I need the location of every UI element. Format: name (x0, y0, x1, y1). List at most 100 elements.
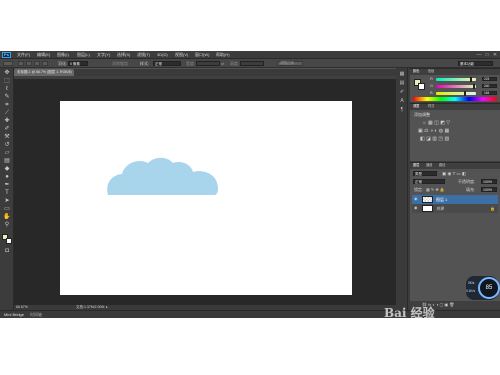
crop-tool-icon[interactable]: ⌗ (3, 102, 11, 109)
maximize-button[interactable]: □ (484, 52, 490, 58)
color-background-swatch[interactable] (418, 83, 425, 90)
menu-filter[interactable]: 滤镜(T) (137, 53, 150, 57)
blend-mode-select[interactable]: 正常 (413, 179, 445, 184)
menu-type[interactable]: 文字(Y) (97, 53, 110, 57)
add-adjustment-title: 添加调整 (414, 112, 430, 117)
tab-styles[interactable]: 样式 (428, 104, 434, 108)
feather-label: 羽化: (58, 61, 68, 66)
document-tab[interactable]: 未标题-1 @ 66.7% (图层 1, RGB/8) (14, 69, 74, 76)
blue-value-field[interactable]: 184 (482, 91, 497, 95)
tab-channels[interactable]: 通道 (426, 163, 432, 167)
swap-icon[interactable]: ⇄ (221, 62, 224, 66)
eyedropper-tool-icon[interactable]: ⟋ (3, 110, 11, 117)
green-value-field[interactable]: 240 (482, 84, 497, 88)
color-spectrum-bar[interactable] (413, 97, 497, 101)
path-select-tool-icon[interactable]: ➤ (3, 198, 11, 205)
type-tool-icon[interactable]: T (3, 190, 11, 197)
opacity-field[interactable]: 100% (481, 179, 497, 184)
blue-slider-knob[interactable] (463, 91, 466, 96)
stamp-tool-icon[interactable]: ⚒ (3, 134, 11, 141)
layer-filter-icons[interactable]: ▣ ◉ T ▭ ◧ (442, 171, 466, 177)
eye-icon[interactable]: ◉ (414, 206, 418, 210)
menu-view[interactable]: 视图(V) (175, 53, 188, 57)
healing-tool-icon[interactable]: ✚ (3, 118, 11, 125)
dodge-tool-icon[interactable]: ● (3, 174, 11, 181)
height-field[interactable] (240, 61, 264, 66)
lock-icons[interactable]: ▦ ✎ ✥ 🔒 (426, 188, 445, 192)
brush-panel-icon[interactable]: ✐ (399, 89, 405, 95)
zoom-tool-icon[interactable]: ⚲ (3, 222, 11, 229)
red-value-field[interactable]: 223 (482, 77, 497, 81)
tab-mini-bridge[interactable]: Mini Bridge (4, 313, 24, 317)
blue-slider[interactable] (436, 92, 476, 95)
tab-color[interactable]: 颜色 (413, 69, 419, 73)
adjustment-icons-row-2[interactable]: ▣ ⚖ ◑ ◐ ◍ ▦ (418, 129, 449, 134)
adjustment-icons-row-3[interactable]: ◧ ◪ ▥ ◳ ▨ (420, 137, 449, 142)
layer-name[interactable]: 背景 (436, 207, 444, 211)
feather-field[interactable]: 0 像素 (68, 61, 88, 66)
adjustment-icons-row-1[interactable]: ☼ ▦ ◫ ◩ ▽ (422, 121, 450, 126)
eraser-tool-icon[interactable]: ▱ (3, 150, 11, 157)
watermark-url: jingyan.baidu.com (388, 327, 437, 333)
tab-layers[interactable]: 图层 (413, 163, 419, 167)
cloud-shape[interactable] (105, 156, 220, 196)
green-slider-knob[interactable] (472, 84, 475, 89)
history-brush-tool-icon[interactable]: ↺ (3, 142, 11, 149)
new-selection-icon[interactable] (18, 61, 24, 66)
tool-preset-picker[interactable] (3, 61, 13, 66)
add-selection-icon[interactable] (26, 61, 32, 66)
move-tool-icon[interactable]: ✥ (3, 70, 11, 77)
history-panel-icon[interactable]: ▦ (399, 71, 405, 77)
tab-timeline[interactable]: 时间轴 (30, 313, 42, 317)
tab-adjustments[interactable]: 调整 (413, 104, 419, 108)
paragraph-panel-icon[interactable]: ¶ (399, 107, 405, 113)
menu-image[interactable]: 图像(I) (57, 53, 69, 57)
menu-layer[interactable]: 图层(L) (77, 53, 90, 57)
hand-tool-icon[interactable]: ✋ (3, 214, 11, 221)
menu-3d[interactable]: 3D(D) (157, 53, 168, 57)
lasso-tool-icon[interactable]: ℓ (3, 86, 11, 93)
document-canvas[interactable] (60, 101, 352, 295)
menu-edit[interactable]: 编辑(E) (37, 53, 50, 57)
eye-icon[interactable]: ◉ (414, 197, 418, 201)
fill-field[interactable]: 100% (481, 187, 497, 192)
background-color-swatch[interactable] (6, 238, 12, 244)
gradient-tool-icon[interactable]: ▤ (3, 158, 11, 165)
style-select[interactable]: 正常 (153, 61, 181, 66)
layer-row[interactable]: ◉ 背景 🔒 (412, 204, 498, 213)
pen-tool-icon[interactable]: ✒ (3, 182, 11, 189)
shape-tool-icon[interactable]: ▭ (3, 206, 11, 213)
green-slider[interactable] (436, 85, 476, 88)
menu-select[interactable]: 选择(S) (117, 53, 130, 57)
properties-panel-icon[interactable]: ▤ (399, 80, 405, 86)
layer-filter-kind[interactable]: 类型 (413, 171, 437, 176)
quick-select-tool-icon[interactable]: ✎ (3, 94, 11, 101)
minimize-button[interactable]: — (476, 52, 482, 58)
tab-paths[interactable]: 路径 (439, 163, 445, 167)
red-slider-knob[interactable] (470, 77, 472, 82)
quick-mask-icon[interactable]: ◘ (3, 248, 11, 255)
refine-edge-button[interactable]: 调整边缘... (277, 61, 303, 66)
tab-swatches[interactable]: 色板 (428, 69, 434, 73)
brush-tool-icon[interactable]: ✐ (3, 126, 11, 133)
antialias-checkbox[interactable]: 消除锯齿 (112, 62, 128, 66)
width-field[interactable] (196, 61, 220, 66)
zoom-level[interactable]: 66.67% (16, 305, 28, 310)
menu-help[interactable]: 帮助(H) (216, 53, 230, 57)
menu-file[interactable]: 文件(F) (17, 53, 30, 57)
menu-window[interactable]: 窗口(W) (195, 53, 209, 57)
intersect-selection-icon[interactable] (42, 61, 48, 66)
subtract-selection-icon[interactable] (34, 61, 40, 66)
marquee-tool-icon[interactable]: ⬚ (3, 78, 11, 85)
usage-gauge[interactable]: 85 (478, 277, 500, 299)
menu-bar: Ps 文件(F) 编辑(E) 图像(I) 图层(L) 文字(Y) 选择(S) 滤… (0, 51, 500, 59)
layer-name[interactable]: 图层 1 (436, 198, 447, 202)
status-arrow-icon[interactable]: ▸ (106, 305, 108, 310)
color-panel-tabs: 颜色 色板 (410, 69, 500, 75)
character-panel-icon[interactable]: A (399, 98, 405, 104)
workspace-select[interactable]: 基本功能 (458, 61, 493, 66)
layer-thumbnail (422, 196, 433, 203)
close-button[interactable]: ✕ (492, 52, 498, 58)
blur-tool-icon[interactable]: ◆ (3, 166, 11, 173)
layer-row[interactable]: ◉ 图层 1 (412, 195, 498, 204)
